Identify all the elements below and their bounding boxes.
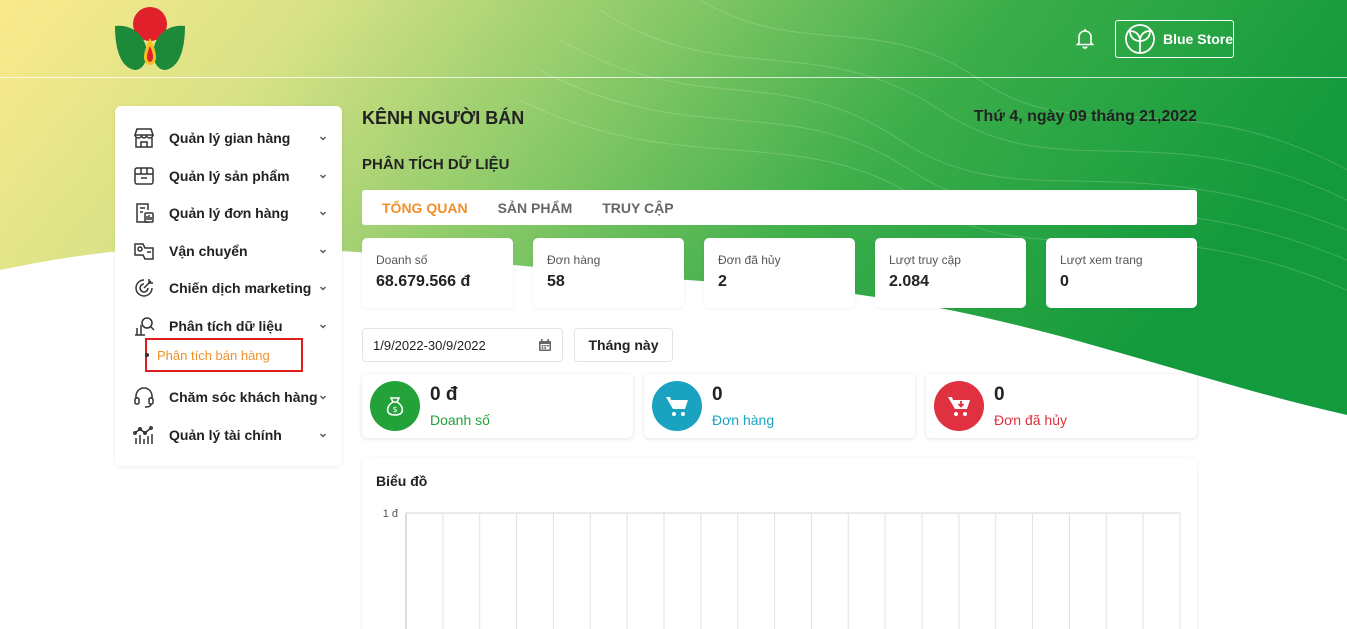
section-title: PHÂN TÍCH DỮ LIỆU [362, 156, 510, 173]
cart-icon [666, 397, 688, 416]
revenue-icon-circle: $ [370, 381, 420, 431]
tab-products[interactable]: SẢN PHẨM [498, 200, 573, 216]
stat-value: 0 [1060, 273, 1069, 290]
tab-bar: TỔNG QUAN SẢN PHẨM TRUY CẬP [362, 190, 1197, 225]
store-name: Blue Store [1163, 31, 1234, 47]
date-range-value: 1/9/2022-30/9/2022 [373, 337, 486, 353]
sidebar-item-label: Vận chuyển [169, 243, 248, 259]
y-tick-label: 1 đ [383, 508, 399, 520]
order-icon [136, 203, 154, 223]
brand-logo[interactable] [113, 6, 187, 72]
sidebar-item-label: Chiến dịch marketing [169, 280, 312, 296]
sidebar-item-customer-care[interactable]: Chăm sóc khách hàng [133, 384, 328, 410]
chevron-down-icon [320, 211, 326, 216]
shipping-map-icon [134, 243, 154, 260]
chart-plot-area: 1 đ [383, 508, 1181, 629]
finance-chart-icon [133, 426, 153, 444]
stat-card-page-views: Lượt xem trang 0 [1046, 238, 1197, 308]
chevron-down-icon [320, 174, 326, 179]
chevron-down-icon [320, 395, 326, 400]
sidebar-item-label: Chăm sóc khách hàng [169, 389, 318, 405]
stat-value: 58 [547, 273, 565, 290]
summary-value: 0 đ [430, 384, 458, 405]
cancelled-icon-circle [934, 381, 984, 431]
stat-label: Doanh số [376, 253, 428, 267]
date-range-picker[interactable]: 1/9/2022-30/9/2022 [362, 328, 563, 362]
sidebar-item-shipping[interactable]: Vận chuyển [133, 238, 328, 264]
stat-value: 2.084 [889, 273, 930, 290]
sidebar-item-data-analysis[interactable]: Phân tích dữ liệu [133, 313, 328, 339]
chevron-down-icon [320, 433, 326, 438]
sidebar-item-label: Quản lý sản phẩm [169, 168, 290, 184]
store-account-button[interactable]: Blue Store [1115, 20, 1234, 58]
tab-overview[interactable]: TỔNG QUAN [382, 200, 468, 216]
summary-card-revenue: $ 0 đ Doanh số [362, 374, 633, 438]
calendar-icon [539, 339, 551, 351]
cart-cancel-icon [948, 397, 970, 416]
product-box-icon [134, 167, 154, 185]
chevron-down-icon [320, 324, 326, 329]
chevron-down-icon [320, 286, 326, 291]
summary-value: 0 [712, 384, 723, 405]
store-icon [133, 128, 155, 148]
headset-icon [134, 387, 154, 408]
stat-card-cancelled-orders: Đơn đã hủy 2 [704, 238, 855, 308]
summary-card-cancelled: 0 Đơn đã hủy [926, 374, 1197, 438]
stat-card-visits: Lượt truy cập 2.084 [875, 238, 1026, 308]
stat-card-orders: Đơn hàng 58 [533, 238, 684, 308]
stat-value: 68.679.566 đ [376, 273, 471, 290]
notification-bell-icon[interactable] [1073, 26, 1097, 50]
bullet-dot [145, 353, 149, 357]
sidebar-item-store-management[interactable]: Quản lý gian hàng [133, 125, 328, 151]
top-bar: Blue Store [0, 0, 1347, 78]
sidebar-item-product-management[interactable]: Quản lý sản phẩm [133, 163, 328, 189]
summary-card-orders: 0 Đơn hàng [644, 374, 915, 438]
marketing-target-icon [135, 279, 153, 297]
data-analysis-icon [135, 317, 155, 336]
summary-value: 0 [994, 384, 1005, 405]
page-title: KÊNH NGƯỜI BÁN [362, 108, 525, 128]
money-bag-icon: $ [386, 397, 404, 416]
summary-label: Đơn hàng [712, 412, 775, 428]
sidebar-item-label: Quản lý đơn hàng [169, 205, 289, 221]
sidebar-item-finance-management[interactable]: Quản lý tài chính [133, 422, 328, 448]
store-logo-icon [1125, 24, 1155, 54]
chevron-down-icon [320, 249, 326, 254]
chart-title: Biểu đồ [376, 473, 428, 489]
orders-icon-circle [652, 381, 702, 431]
sidebar-item-label: Quản lý gian hàng [169, 130, 291, 146]
stat-label: Lượt truy cập [889, 253, 961, 267]
stat-card-revenue: Doanh số 68.679.566 đ [362, 238, 513, 308]
sidebar-item-label: Phân tích dữ liệu [169, 318, 283, 334]
summary-label: Đơn đã hủy [994, 412, 1068, 428]
sidebar-item-marketing-campaign[interactable]: Chiến dịch marketing [133, 275, 328, 301]
svg-text:$: $ [392, 405, 397, 414]
this-month-button[interactable]: Tháng này [574, 328, 673, 362]
sidebar-item-label: Quản lý tài chính [169, 427, 282, 443]
stat-label: Đơn hàng [547, 253, 601, 267]
tab-traffic[interactable]: TRUY CẬP [602, 200, 673, 216]
stat-label: Lượt xem trang [1060, 253, 1143, 267]
stat-value: 2 [718, 273, 727, 290]
sidebar-item-order-management[interactable]: Quản lý đơn hàng [133, 200, 328, 226]
summary-label: Doanh số [430, 412, 490, 428]
chart-card: Biểu đồ 1 đ [362, 457, 1197, 629]
chevron-down-icon [320, 136, 326, 141]
current-date: Thứ 4, ngày 09 tháng 21,2022 [973, 108, 1197, 125]
sidebar-subitem-label: Phân tích bán hàng [157, 347, 270, 363]
sidebar-subitem-sales-analysis[interactable]: Phân tích bán hàng [145, 338, 303, 372]
stat-label: Đơn đã hủy [718, 253, 781, 267]
sidebar-menu: Quản lý gian hàng Quản lý sản phẩm Quản … [115, 106, 342, 466]
